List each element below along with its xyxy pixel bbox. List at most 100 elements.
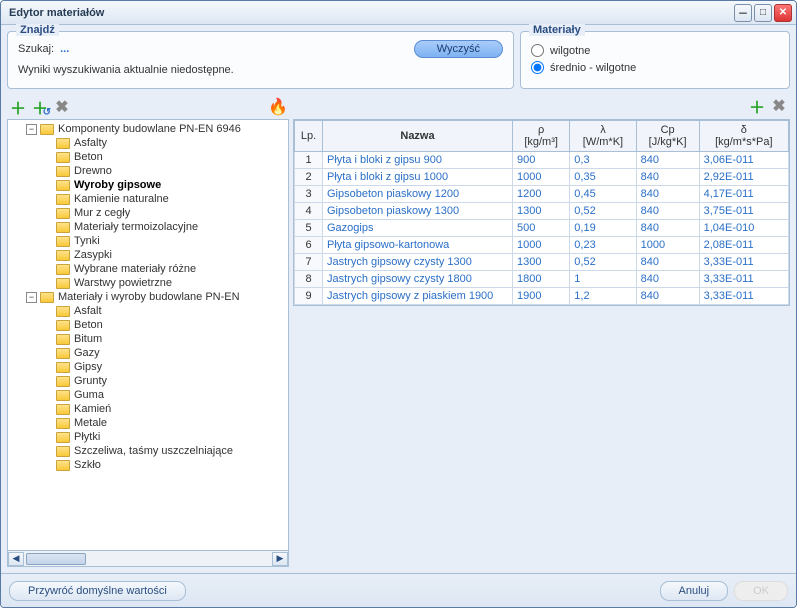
cell-cp[interactable]: 840	[636, 254, 699, 271]
tree-child-item[interactable]: Beton	[8, 318, 288, 332]
cell-nazwa[interactable]: Płyta i bloki z gipsu 900	[323, 152, 513, 169]
table-row[interactable]: 9Jastrych gipsowy z piaskiem 190019001,2…	[295, 288, 789, 305]
cell-delta[interactable]: 2,92E-011	[699, 169, 788, 186]
tree-child-item[interactable]: Szczeliwa, taśmy uszczelniające	[8, 444, 288, 458]
cell-rho[interactable]: 1300	[513, 203, 570, 220]
grid-add-icon[interactable]: ＋	[748, 97, 766, 115]
cell-lp[interactable]: 1	[295, 152, 323, 169]
add-icon[interactable]: ＋	[9, 98, 27, 116]
tree-child-item[interactable]: Metale	[8, 416, 288, 430]
cell-rho[interactable]: 1900	[513, 288, 570, 305]
col-delta[interactable]: δ[kg/m*s*Pa]	[699, 121, 788, 152]
table-row[interactable]: 2Płyta i bloki z gipsu 100010000,358402,…	[295, 169, 789, 186]
tree-child-item[interactable]: Wybrane materiały różne	[8, 262, 288, 276]
add-copy-icon[interactable]: ＋	[31, 98, 49, 116]
cell-nazwa[interactable]: Gipsobeton piaskowy 1300	[323, 203, 513, 220]
cell-nazwa[interactable]: Gipsobeton piaskowy 1200	[323, 186, 513, 203]
expander-icon[interactable]: −	[26, 124, 37, 135]
cell-cp[interactable]: 840	[636, 203, 699, 220]
minimize-button[interactable]: －	[734, 4, 752, 22]
tree-child-item[interactable]: Warstwy powietrzne	[8, 276, 288, 290]
col-lp[interactable]: Lp.	[295, 121, 323, 152]
data-grid[interactable]: Lp. Nazwa ρ[kg/m³] λ[W/m*K] Cp[J/kg*K] δ…	[293, 119, 790, 306]
cell-cp[interactable]: 840	[636, 152, 699, 169]
cell-delta[interactable]: 1,04E-010	[699, 220, 788, 237]
tree-child-item[interactable]: Asfalt	[8, 304, 288, 318]
cell-nazwa[interactable]: Jastrych gipsowy czysty 1300	[323, 254, 513, 271]
grid-delete-icon[interactable]: ✖	[770, 97, 788, 115]
tree-child-item[interactable]: Szkło	[8, 458, 288, 472]
cancel-button[interactable]: Anuluj	[660, 581, 729, 601]
tree-child-item[interactable]: Drewno	[8, 164, 288, 178]
cell-cp[interactable]: 840	[636, 169, 699, 186]
cell-rho[interactable]: 1000	[513, 169, 570, 186]
tree-child-item[interactable]: Zasypki	[8, 248, 288, 262]
cell-nazwa[interactable]: Płyta gipsowo-kartonowa	[323, 237, 513, 254]
cell-delta[interactable]: 4,17E-011	[699, 186, 788, 203]
cell-nazwa[interactable]: Jastrych gipsowy z piaskiem 1900	[323, 288, 513, 305]
table-row[interactable]: 8Jastrych gipsowy czysty 1800180018403,3…	[295, 271, 789, 288]
tree-child-item[interactable]: Tynki	[8, 234, 288, 248]
cell-lp[interactable]: 6	[295, 237, 323, 254]
tree-child-item[interactable]: Wyroby gipsowe	[8, 178, 288, 192]
cell-lp[interactable]: 3	[295, 186, 323, 203]
cell-lp[interactable]: 7	[295, 254, 323, 271]
radio-wilgotne[interactable]: wilgotne	[531, 44, 779, 57]
cell-nazwa[interactable]: Gazogips	[323, 220, 513, 237]
cell-cp[interactable]: 840	[636, 220, 699, 237]
cell-delta[interactable]: 3,75E-011	[699, 203, 788, 220]
radio-wilgotne-input[interactable]	[531, 44, 544, 57]
table-row[interactable]: 3Gipsobeton piaskowy 120012000,458404,17…	[295, 186, 789, 203]
clear-button[interactable]: Wyczyść	[414, 40, 503, 58]
restore-defaults-button[interactable]: Przywróć domyślne wartości	[9, 581, 186, 601]
cell-delta[interactable]: 3,06E-011	[699, 152, 788, 169]
cell-lambda[interactable]: 0,19	[570, 220, 636, 237]
tree-child-item[interactable]: Płytki	[8, 430, 288, 444]
tree-child-item[interactable]: Asfalty	[8, 136, 288, 150]
cell-rho[interactable]: 1200	[513, 186, 570, 203]
cell-lambda[interactable]: 0,3	[570, 152, 636, 169]
cell-nazwa[interactable]: Jastrych gipsowy czysty 1800	[323, 271, 513, 288]
tree-child-item[interactable]: Beton	[8, 150, 288, 164]
col-rho[interactable]: ρ[kg/m³]	[513, 121, 570, 152]
cell-lambda[interactable]: 0,35	[570, 169, 636, 186]
tree-child-item[interactable]: Kamień	[8, 402, 288, 416]
cell-lambda[interactable]: 0,52	[570, 254, 636, 271]
cell-lp[interactable]: 2	[295, 169, 323, 186]
cell-rho[interactable]: 500	[513, 220, 570, 237]
scroll-left-button[interactable]: ◀	[8, 552, 24, 566]
tree[interactable]: −Komponenty budowlane PN-EN 6946AsfaltyB…	[7, 119, 289, 551]
cell-rho[interactable]: 900	[513, 152, 570, 169]
cell-lp[interactable]: 9	[295, 288, 323, 305]
cell-lambda[interactable]: 0,23	[570, 237, 636, 254]
fire-icon[interactable]: 🔥	[269, 98, 287, 116]
col-nazwa[interactable]: Nazwa	[323, 121, 513, 152]
tree-child-item[interactable]: Bitum	[8, 332, 288, 346]
cell-lambda[interactable]: 0,52	[570, 203, 636, 220]
search-input[interactable]: ...	[60, 43, 69, 55]
delete-icon[interactable]: ✖	[53, 98, 71, 116]
cell-delta[interactable]: 3,33E-011	[699, 271, 788, 288]
tree-child-item[interactable]: Materiały termoizolacyjne	[8, 220, 288, 234]
table-row[interactable]: 5Gazogips5000,198401,04E-010	[295, 220, 789, 237]
tree-child-item[interactable]: Mur z cegły	[8, 206, 288, 220]
cell-cp[interactable]: 840	[636, 186, 699, 203]
table-row[interactable]: 7Jastrych gipsowy czysty 130013000,52840…	[295, 254, 789, 271]
cell-rho[interactable]: 1800	[513, 271, 570, 288]
cell-delta[interactable]: 3,33E-011	[699, 254, 788, 271]
horizontal-scrollbar[interactable]: ◀ ▶	[7, 551, 289, 567]
cell-lp[interactable]: 5	[295, 220, 323, 237]
tree-root-item[interactable]: −Komponenty budowlane PN-EN 6946	[8, 122, 288, 136]
tree-child-item[interactable]: Gazy	[8, 346, 288, 360]
cell-lp[interactable]: 4	[295, 203, 323, 220]
radio-srednio-input[interactable]	[531, 61, 544, 74]
table-row[interactable]: 4Gipsobeton piaskowy 130013000,528403,75…	[295, 203, 789, 220]
cell-lambda[interactable]: 0,45	[570, 186, 636, 203]
close-button[interactable]: ✕	[774, 4, 792, 22]
cell-lambda[interactable]: 1,2	[570, 288, 636, 305]
maximize-button[interactable]: □	[754, 4, 772, 22]
expander-icon[interactable]: −	[26, 292, 37, 303]
scroll-right-button[interactable]: ▶	[272, 552, 288, 566]
tree-child-item[interactable]: Guma	[8, 388, 288, 402]
cell-rho[interactable]: 1000	[513, 237, 570, 254]
